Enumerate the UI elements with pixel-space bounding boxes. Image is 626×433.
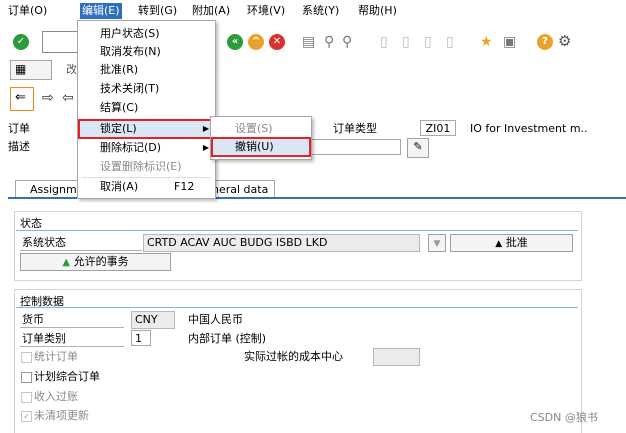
edit-text-icon: ✎ <box>413 140 423 153</box>
menu-item-shortcut: F12 <box>174 180 195 193</box>
order-type-description: IO for Investment m.. <box>470 122 588 135</box>
statistical-order-label: 统计订单 <box>34 350 78 363</box>
screen-icon: ▦ <box>15 62 27 76</box>
cancel-icon[interactable]: ✕ <box>269 34 285 50</box>
first-page-icon[interactable]: ▯ <box>380 34 388 50</box>
status-divider <box>16 230 578 231</box>
actual-cost-center-label: 实际过帐的成本中心 <box>244 350 343 363</box>
menu-item-cancel[interactable]: 取消(A) F12 <box>78 178 215 196</box>
menu-item-settle[interactable]: 结算(C) <box>78 99 215 117</box>
actual-cost-center-field <box>373 348 420 366</box>
menu-item-label: 技术关闭(T) <box>100 82 160 95</box>
status-dropdown-button[interactable]: ▼ <box>428 234 446 252</box>
menu-item-lock[interactable]: 锁定(L) ▶ <box>78 119 215 139</box>
menu-item-cancel-release[interactable]: 取消发布(N) <box>78 43 215 61</box>
help-icon[interactable]: ? <box>537 34 553 50</box>
revenue-posting-label: 收入过账 <box>34 390 78 403</box>
menu-item-technical-close[interactable]: 技术关闭(T) <box>78 80 215 98</box>
enter-button[interactable]: ⇐ <box>10 87 34 111</box>
forward-icon[interactable]: ⇨ <box>42 90 54 106</box>
menu-item-label: 设置删除标识(E) <box>100 160 182 173</box>
allowed-transactions-button[interactable]: ▲ 允许的事务 <box>20 253 171 271</box>
approve-button-label: 批准 <box>505 236 528 249</box>
currency-field: CNY <box>131 311 175 329</box>
triangle-up-icon: ▲ <box>495 239 503 249</box>
menu-item-approve[interactable]: 批准(R) <box>78 61 215 79</box>
order-category-label: 订单类别 <box>20 331 124 347</box>
menu-item-set-deletion-indicator[interactable]: 设置删除标识(E) <box>78 158 215 176</box>
menu-item-label: 锁定(L) <box>100 122 137 135</box>
submenu-arrow-icon: ▶ <box>202 143 209 152</box>
menu-item-label: 批准(R) <box>100 63 139 76</box>
next-page-icon[interactable]: ▯ <box>424 34 432 50</box>
print-icon[interactable]: ▤ <box>302 34 315 50</box>
system-status-label: 系统状态 <box>20 235 142 251</box>
menu-item-user-status[interactable]: 用户状态(S) <box>78 25 215 43</box>
edit-menu-dropdown: 用户状态(S) 取消发布(N) 批准(R) 技术关闭(T) 结算(C) 锁定(L… <box>77 20 216 199</box>
menu-item-label: 结算(C) <box>100 101 139 114</box>
approve-button[interactable]: ▲ 批准 <box>450 234 573 252</box>
command-field[interactable] <box>42 31 80 53</box>
menu-order[interactable]: 订单(O) <box>6 3 49 19</box>
commitment-update-checkbox[interactable]: ✓ <box>21 411 32 422</box>
back-arrow-icon[interactable]: ⇦ <box>62 90 74 106</box>
create-session-icon[interactable]: ★ <box>480 34 493 50</box>
menu-edit[interactable]: 编辑(E) <box>80 3 122 19</box>
submenu-item-set[interactable]: 设置(S) <box>211 119 311 139</box>
tab-assignments-label: Assignme <box>30 183 84 196</box>
exit-icon[interactable]: ^ <box>248 34 264 50</box>
menu-system[interactable]: 系统(Y) <box>300 3 341 19</box>
allowed-transactions-label: 允许的事务 <box>73 255 129 268</box>
tab-general-data-label: neral data <box>212 183 269 196</box>
previous-page-icon[interactable]: ▯ <box>402 34 410 50</box>
order-category-field[interactable]: 1 <box>131 330 151 346</box>
long-text-button[interactable]: ✎ <box>407 138 429 158</box>
plan-integrated-checkbox[interactable] <box>21 372 32 383</box>
description-label: 描述 <box>8 140 30 153</box>
menu-help[interactable]: 帮助(H) <box>356 3 399 19</box>
submenu-item-label: 撤销(U) <box>235 140 274 153</box>
order-label: 订单 <box>8 122 30 135</box>
order-type-field[interactable]: ZI01 <box>420 120 456 136</box>
mountain-icon: ▲ <box>62 257 71 268</box>
menu-item-label: 取消发布(N) <box>100 45 161 58</box>
submenu-item-revoke[interactable]: 撤销(U) <box>211 137 311 157</box>
find-next-icon[interactable]: ⚲ <box>342 34 352 50</box>
triangle-down-icon: ▼ <box>433 239 441 249</box>
plan-integrated-label: 计划综合订单 <box>34 370 100 383</box>
shortcut-icon[interactable]: ▣ <box>503 34 516 50</box>
order-category-description: 内部订单 (控制) <box>188 332 267 345</box>
menu-extras[interactable]: 附加(A) <box>190 3 232 19</box>
system-status-field: CRTD ACAV AUC BUDG ISBD LKD <box>143 234 420 252</box>
currency-label: 货币 <box>20 312 124 328</box>
submenu-item-label: 设置(S) <box>235 122 273 135</box>
currency-description: 中国人民币 <box>188 313 243 326</box>
menu-item-deletion-flag[interactable]: 删除标记(D) ▶ <box>78 139 215 157</box>
back-icon[interactable]: « <box>227 34 243 50</box>
change-text: 改 <box>66 63 77 76</box>
watermark: CSDN @狼书 <box>530 411 598 424</box>
menu-goto[interactable]: 转到(G) <box>136 3 179 19</box>
order-type-label: 订单类型 <box>333 122 377 135</box>
display-variant-button[interactable]: ▦ <box>10 60 52 80</box>
submenu-arrow-icon: ▶ <box>202 124 209 133</box>
control-data-divider <box>16 307 578 308</box>
statistical-order-checkbox[interactable] <box>21 352 32 363</box>
revenue-posting-checkbox[interactable] <box>21 392 32 403</box>
description-field[interactable] <box>309 139 401 155</box>
menu-item-label: 用户状态(S) <box>100 27 160 40</box>
settings-gear-icon[interactable]: ⚙ <box>558 33 571 49</box>
status-title: 状态 <box>20 217 42 230</box>
menu-item-label: 删除标记(D) <box>100 141 162 154</box>
confirm-check-icon[interactable]: ✓ <box>13 34 29 50</box>
menu-environment[interactable]: 环境(V) <box>245 3 287 19</box>
find-icon[interactable]: ⚲ <box>324 34 334 50</box>
last-page-icon[interactable]: ▯ <box>446 34 454 50</box>
lock-submenu: 设置(S) 撤销(U) <box>210 116 312 160</box>
enter-icon: ⇐ <box>15 90 26 105</box>
menu-item-label: 取消(A) <box>100 180 139 193</box>
commitment-update-label: 未清项更新 <box>34 409 89 422</box>
